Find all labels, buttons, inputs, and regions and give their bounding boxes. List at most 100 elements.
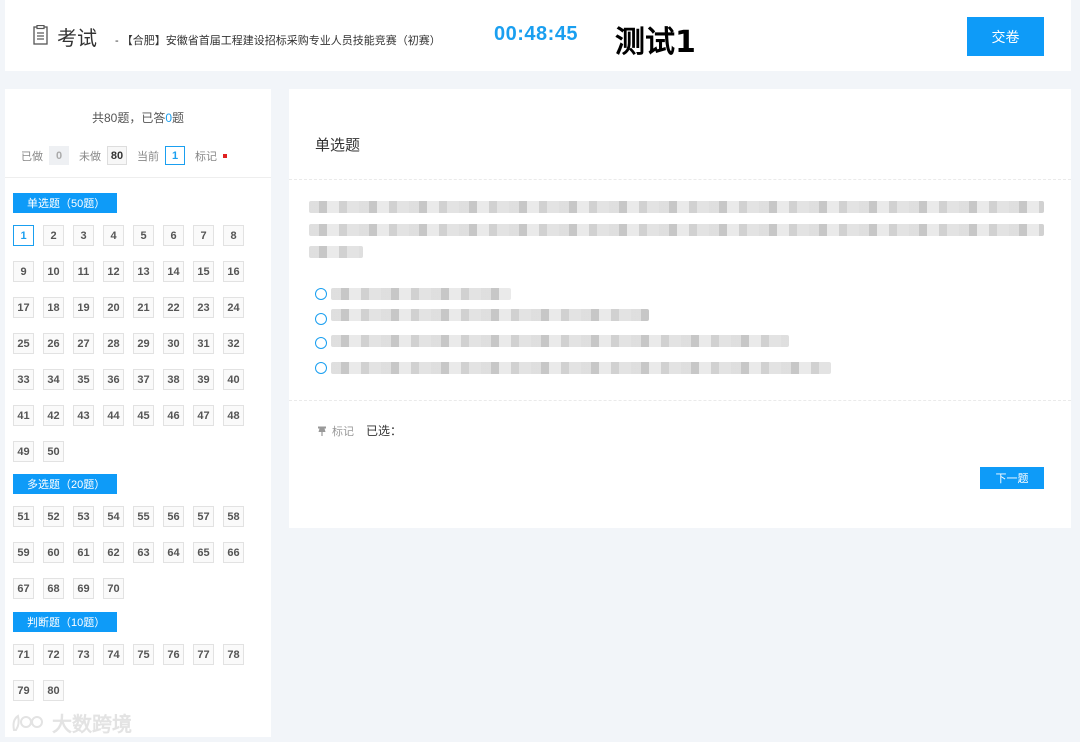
radio-button[interactable]: [315, 313, 327, 325]
question-number-58[interactable]: 58: [223, 506, 244, 527]
question-number-64[interactable]: 64: [163, 542, 184, 563]
question-number-12[interactable]: 12: [103, 261, 124, 282]
question-number-6[interactable]: 6: [163, 225, 184, 246]
question-number-31[interactable]: 31: [193, 333, 214, 354]
legend-current-num: 1: [165, 146, 185, 165]
question-number-80[interactable]: 80: [43, 680, 64, 701]
question-number-43[interactable]: 43: [73, 405, 94, 426]
question-number-20[interactable]: 20: [103, 297, 124, 318]
test-name: 测试1: [615, 25, 696, 60]
question-number-75[interactable]: 75: [133, 644, 154, 665]
question-number-5[interactable]: 5: [133, 225, 154, 246]
question-number-11[interactable]: 11: [73, 261, 94, 282]
question-number-41[interactable]: 41: [13, 405, 34, 426]
question-number-70[interactable]: 70: [103, 578, 124, 599]
question-number-9[interactable]: 9: [13, 261, 34, 282]
question-number-10[interactable]: 10: [43, 261, 64, 282]
question-number-30[interactable]: 30: [163, 333, 184, 354]
document-icon: [33, 25, 48, 45]
question-number-54[interactable]: 54: [103, 506, 124, 527]
question-number-16[interactable]: 16: [223, 261, 244, 282]
question-number-14[interactable]: 14: [163, 261, 184, 282]
question-grid-single: 1 2 3 4 5 6 7 8 9 10 11 12 13 14 15 16 17 18 19 20 21 22 23 24 2…: [13, 225, 263, 462]
question-number-74[interactable]: 74: [103, 644, 124, 665]
question-number-34[interactable]: 34: [43, 369, 64, 390]
question-number-19[interactable]: 19: [73, 297, 94, 318]
question-number-17[interactable]: 17: [13, 297, 34, 318]
question-number-40[interactable]: 40: [223, 369, 244, 390]
question-number-49[interactable]: 49: [13, 441, 34, 462]
question-navigator: 共80题，已答0题 已做 0 未做 80 当前 1 标记 单选题（50题） 12…: [5, 89, 271, 737]
question-number-78[interactable]: 78: [223, 644, 244, 665]
question-number-29[interactable]: 29: [133, 333, 154, 354]
question-number-32[interactable]: 32: [223, 333, 244, 354]
question-number-68[interactable]: 68: [43, 578, 64, 599]
question-number-28[interactable]: 28: [103, 333, 124, 354]
question-number-36[interactable]: 36: [103, 369, 124, 390]
blurred-text-line: [309, 224, 1044, 236]
question-number-22[interactable]: 22: [163, 297, 184, 318]
question-number-76[interactable]: 76: [163, 644, 184, 665]
radio-button[interactable]: [315, 362, 327, 374]
question-number-39[interactable]: 39: [193, 369, 214, 390]
question-number-65[interactable]: 65: [193, 542, 214, 563]
question-number-4[interactable]: 4: [103, 225, 124, 246]
mark-label: 标记: [332, 425, 354, 438]
question-number-48[interactable]: 48: [223, 405, 244, 426]
question-number-71[interactable]: 71: [13, 644, 34, 665]
question-number-27[interactable]: 27: [73, 333, 94, 354]
question-number-59[interactable]: 59: [13, 542, 34, 563]
question-number-66[interactable]: 66: [223, 542, 244, 563]
question-number-53[interactable]: 53: [73, 506, 94, 527]
question-number-42[interactable]: 42: [43, 405, 64, 426]
question-number-23[interactable]: 23: [193, 297, 214, 318]
question-card: 单选题 标记 已选： 下一题: [289, 89, 1071, 528]
question-number-60[interactable]: 60: [43, 542, 64, 563]
next-question-button[interactable]: 下一题: [980, 467, 1044, 489]
question-number-57[interactable]: 57: [193, 506, 214, 527]
question-number-3[interactable]: 3: [73, 225, 94, 246]
option-text: [331, 288, 511, 300]
question-number-8[interactable]: 8: [223, 225, 244, 246]
question-number-33[interactable]: 33: [13, 369, 34, 390]
question-number-46[interactable]: 46: [163, 405, 184, 426]
question-number-1[interactable]: 1: [13, 225, 34, 246]
question-number-44[interactable]: 44: [103, 405, 124, 426]
question-number-26[interactable]: 26: [43, 333, 64, 354]
mark-question-toggle[interactable]: 标记 已选：: [317, 422, 402, 439]
submit-exam-button[interactable]: 交卷: [967, 17, 1044, 56]
question-number-79[interactable]: 79: [13, 680, 34, 701]
question-number-47[interactable]: 47: [193, 405, 214, 426]
question-number-35[interactable]: 35: [73, 369, 94, 390]
legend-done-count: 0: [49, 146, 69, 165]
selected-answer-label: 已选：: [366, 424, 403, 438]
legend-mark-label: 标记: [195, 150, 217, 163]
question-number-52[interactable]: 52: [43, 506, 64, 527]
question-number-25[interactable]: 25: [13, 333, 34, 354]
question-number-21[interactable]: 21: [133, 297, 154, 318]
question-number-56[interactable]: 56: [163, 506, 184, 527]
question-number-7[interactable]: 7: [193, 225, 214, 246]
question-number-51[interactable]: 51: [13, 506, 34, 527]
question-number-55[interactable]: 55: [133, 506, 154, 527]
question-number-24[interactable]: 24: [223, 297, 244, 318]
radio-button[interactable]: [315, 337, 327, 349]
radio-button[interactable]: [315, 288, 327, 300]
question-number-2[interactable]: 2: [43, 225, 64, 246]
question-number-61[interactable]: 61: [73, 542, 94, 563]
question-number-38[interactable]: 38: [163, 369, 184, 390]
question-number-69[interactable]: 69: [73, 578, 94, 599]
question-number-67[interactable]: 67: [13, 578, 34, 599]
question-number-45[interactable]: 45: [133, 405, 154, 426]
question-number-62[interactable]: 62: [103, 542, 124, 563]
question-number-77[interactable]: 77: [193, 644, 214, 665]
question-number-37[interactable]: 37: [133, 369, 154, 390]
question-number-72[interactable]: 72: [43, 644, 64, 665]
question-number-63[interactable]: 63: [133, 542, 154, 563]
divider: [5, 177, 271, 178]
question-number-50[interactable]: 50: [43, 441, 64, 462]
question-number-18[interactable]: 18: [43, 297, 64, 318]
question-number-13[interactable]: 13: [133, 261, 154, 282]
question-number-15[interactable]: 15: [193, 261, 214, 282]
question-number-73[interactable]: 73: [73, 644, 94, 665]
